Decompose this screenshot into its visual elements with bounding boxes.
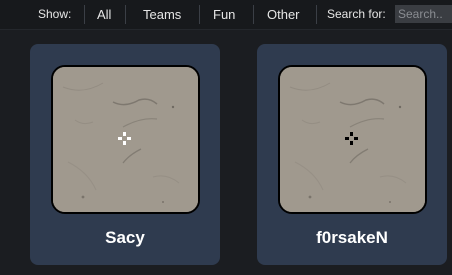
- separator: [125, 5, 126, 24]
- crosshair-card[interactable]: f0rsakeN: [257, 44, 447, 265]
- card-name: f0rsakeN: [316, 228, 388, 247]
- tab-all[interactable]: All: [97, 0, 111, 29]
- crosshair-card[interactable]: Sacy: [30, 44, 220, 265]
- card-name: Sacy: [105, 228, 145, 247]
- filter-bar: Show: All Teams Fun Other Search for:: [0, 0, 452, 30]
- crosshair-icon: [345, 132, 358, 145]
- tab-fun[interactable]: Fun: [213, 0, 235, 29]
- tab-other[interactable]: Other: [267, 0, 300, 29]
- separator: [84, 5, 85, 24]
- crosshair-preview: [51, 65, 200, 214]
- separator: [199, 5, 200, 24]
- crosshair-icon: [118, 132, 131, 145]
- separator: [316, 5, 317, 24]
- search-input[interactable]: [395, 5, 452, 23]
- search-label: Search for:: [327, 7, 386, 21]
- tab-teams[interactable]: Teams: [143, 0, 181, 29]
- separator: [253, 5, 254, 24]
- show-label: Show:: [38, 7, 72, 21]
- crosshair-preview: [278, 65, 427, 214]
